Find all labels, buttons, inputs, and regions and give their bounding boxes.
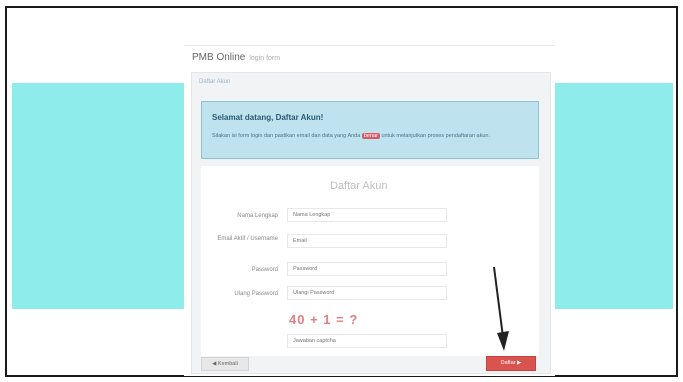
- pointer-arrow-icon: [493, 266, 509, 351]
- brand-name[interactable]: PMB Online: [192, 52, 245, 63]
- name-input[interactable]: [287, 208, 447, 222]
- breadcrumb[interactable]: Daftar Akun: [199, 79, 230, 85]
- repeat-password-input[interactable]: [287, 286, 447, 300]
- email-label: Email Aktif / Username: [217, 236, 278, 242]
- brand-tagline: login form: [249, 55, 281, 62]
- alert-text: Silakan isi form login dan pastikan emai…: [212, 131, 532, 141]
- captcha-question: 40 + 1 = ?: [289, 312, 359, 327]
- alert-title: Selamat datang, Daftar Akun!: [212, 113, 324, 122]
- name-label: Nama Lengkap: [237, 213, 278, 219]
- alert-text-before: Silakan isi form login dan pastikan emai…: [212, 133, 361, 139]
- brand[interactable]: PMB Online login form: [192, 52, 280, 63]
- back-button[interactable]: ◀ Kembali: [201, 357, 249, 371]
- password-label: Password: [251, 267, 278, 273]
- alert-text-after: untuk melanjutkan proses pendaftaran aku…: [381, 133, 490, 139]
- captcha-input[interactable]: [287, 334, 447, 348]
- alert-highlight: benar: [361, 133, 380, 139]
- form-title: Daftar Akun: [330, 180, 388, 192]
- submit-button[interactable]: Daftar ▶: [486, 356, 536, 371]
- email-input[interactable]: [287, 234, 447, 248]
- info-alert: [201, 101, 539, 159]
- password-input[interactable]: [287, 262, 447, 276]
- repeat-password-label: Ulang Password: [234, 291, 278, 297]
